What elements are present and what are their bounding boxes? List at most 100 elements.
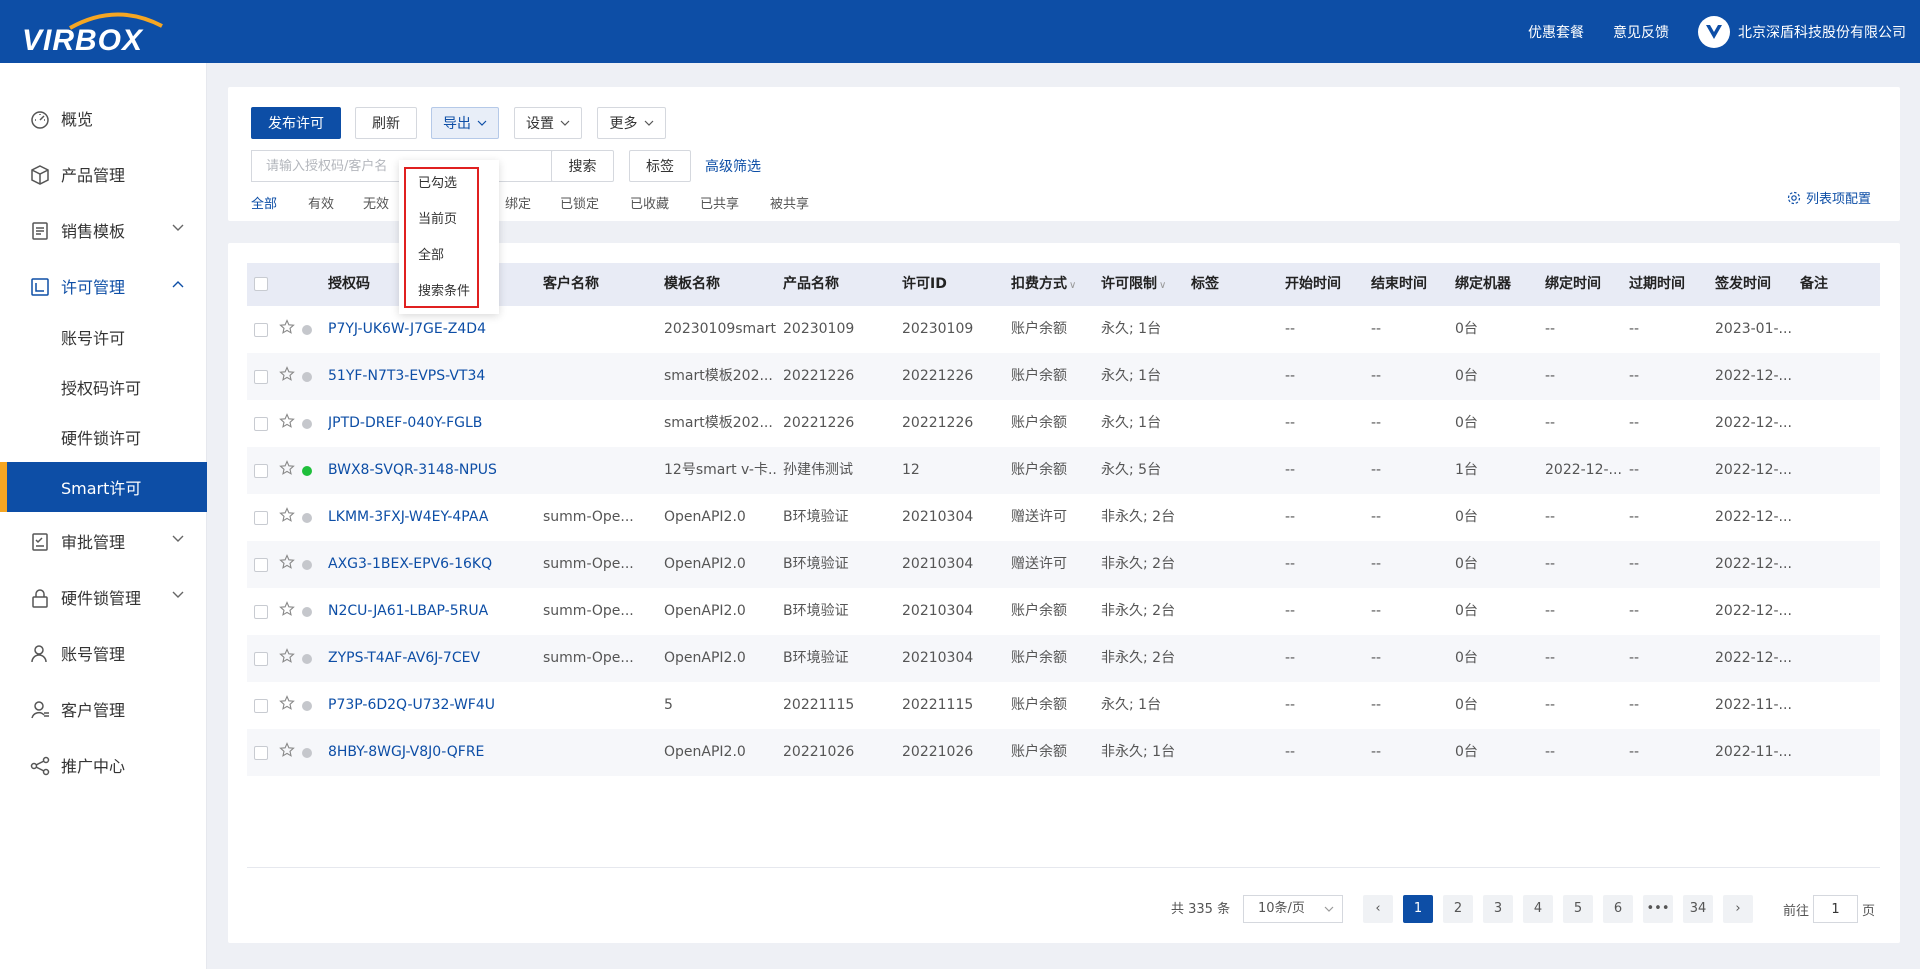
select-all-checkbox[interactable] <box>254 277 268 291</box>
filter-tab-locked[interactable]: 已锁定 <box>560 193 599 212</box>
filter-tab-valid[interactable]: 有效 <box>308 193 334 212</box>
sidebar-item-hardware-lock[interactable]: 硬件锁管理 <box>0 572 207 622</box>
company-menu[interactable]: 北京深盾科技股份有限公司 <box>1698 15 1906 48</box>
sidebar-item-accounts[interactable]: 账号管理 <box>0 628 207 678</box>
chevron-down-icon <box>644 120 653 126</box>
virbox-logo[interactable]: VIRBOX <box>22 10 180 57</box>
sidebar-item-products[interactable]: 产品管理 <box>0 149 207 199</box>
page-size-select[interactable]: 10条/页 <box>1243 895 1343 923</box>
export-option-all[interactable]: 全部 <box>418 244 444 263</box>
sidebar-item-promotion[interactable]: 推广中心 <box>0 740 207 790</box>
limit-cell: 永久; 1台 <box>1101 368 1162 384</box>
filter-tab-all[interactable]: 全部 <box>251 193 277 212</box>
favorite-star-icon[interactable] <box>279 413 295 433</box>
row-checkbox[interactable] <box>254 746 268 760</box>
goto-page-input[interactable] <box>1813 895 1858 923</box>
page-button[interactable]: 1 <box>1403 895 1433 923</box>
settings-button[interactable]: 设置 <box>514 107 582 139</box>
next-page-button[interactable]: › <box>1723 895 1753 923</box>
more-button[interactable]: 更多 <box>597 107 666 139</box>
license-code-link[interactable]: LKMM-3FXJ-W4EY-4PAA <box>328 494 528 541</box>
page-button[interactable]: 6 <box>1603 895 1633 923</box>
favorite-star-icon[interactable] <box>279 554 295 574</box>
refresh-button[interactable]: 刷新 <box>355 107 417 139</box>
export-option-current-page[interactable]: 当前页 <box>418 208 457 227</box>
favorite-star-icon[interactable] <box>279 601 295 621</box>
row-checkbox[interactable] <box>254 417 268 431</box>
license-code-link[interactable]: AXG3-1BEX-EPV6-16KQ <box>328 541 528 588</box>
row-checkbox[interactable] <box>254 652 268 666</box>
export-option-selected[interactable]: 已勾选 <box>418 172 457 191</box>
sidebar-item-label: 客户管理 <box>61 701 126 720</box>
sidebar-subitem-smart-license[interactable]: Smart许可 <box>0 462 207 512</box>
expire-time-cell: -- <box>1629 650 1640 666</box>
bind-time-cell: -- <box>1545 368 1556 384</box>
favorite-star-icon[interactable] <box>279 366 295 386</box>
license-code-link[interactable]: ZYPS-T4AF-AV6J-7CEV <box>328 635 528 682</box>
page-button[interactable]: 34 <box>1683 895 1713 923</box>
license-code-link[interactable]: 8HBY-8WGJ-V8J0-QFRE <box>328 729 528 776</box>
license-id-cell: 20221226 <box>902 415 974 431</box>
export-option-search-conditions[interactable]: 搜索条件 <box>418 280 470 299</box>
tag-cell <box>1191 729 1276 776</box>
search-button[interactable]: 搜索 <box>551 150 614 182</box>
filter-tab-favorited[interactable]: 已收藏 <box>630 193 669 212</box>
product-cell: 20221226 <box>783 368 855 384</box>
favorite-star-icon[interactable] <box>279 460 295 480</box>
favorite-star-icon[interactable] <box>279 507 295 527</box>
license-code-link[interactable]: JPTD-DREF-040Y-FGLB <box>328 400 528 447</box>
column-header: 产品名称 <box>783 276 839 292</box>
table-divider <box>247 867 1880 868</box>
product-cell: B环境验证 <box>783 556 849 572</box>
page-button[interactable]: 4 <box>1523 895 1553 923</box>
row-checkbox[interactable] <box>254 464 268 478</box>
favorite-star-icon[interactable] <box>279 695 295 715</box>
row-checkbox[interactable] <box>254 699 268 713</box>
page-button[interactable]: 2 <box>1443 895 1473 923</box>
page-button[interactable]: 5 <box>1563 895 1593 923</box>
column-config-link[interactable]: 列表项配置 <box>1787 188 1871 207</box>
prev-page-button[interactable]: ‹ <box>1363 895 1393 923</box>
company-logo-icon <box>1698 15 1730 48</box>
filter-tab-shared[interactable]: 已共享 <box>700 193 739 212</box>
sidebar-item-overview[interactable]: 概览 <box>0 93 207 143</box>
column-header-limit[interactable]: 许可限制 ∨ <box>1101 263 1166 306</box>
promo-link[interactable]: 优惠套餐 <box>1528 22 1584 42</box>
sidebar-subitem-authcode-license[interactable]: 授权码许可 <box>0 362 207 412</box>
sidebar-item-customers[interactable]: 客户管理 <box>0 684 207 734</box>
limit-cell: 非永久; 2台 <box>1101 509 1176 525</box>
row-checkbox[interactable] <box>254 558 268 572</box>
favorite-star-icon[interactable] <box>279 319 295 339</box>
filter-tab-shared-with-me[interactable]: 被共享 <box>770 193 809 212</box>
row-checkbox[interactable] <box>254 511 268 525</box>
license-code-link[interactable]: P73P-6D2Q-U732-WF4U <box>328 682 528 729</box>
license-code-link[interactable]: BWX8-SVQR-3148-NPUS <box>328 447 528 494</box>
sidebar-item-sales-templates[interactable]: 销售模板 <box>0 205 207 255</box>
tag-button[interactable]: 标签 <box>629 150 691 182</box>
expire-time-cell: -- <box>1629 368 1640 384</box>
row-checkbox[interactable] <box>254 323 268 337</box>
feedback-link[interactable]: 意见反馈 <box>1613 22 1669 42</box>
license-id-cell: 20221026 <box>902 744 974 760</box>
column-header-billing[interactable]: 扣费方式 ∨ <box>1011 263 1076 306</box>
license-code-link[interactable]: N2CU-JA61-LBAP-5RUA <box>328 588 528 635</box>
advanced-filter-link[interactable]: 高级筛选 <box>705 156 761 176</box>
publish-license-button[interactable]: 发布许可 <box>251 107 341 139</box>
sidebar-subitem-account-license[interactable]: 账号许可 <box>0 312 207 362</box>
column-header: 绑定时间 <box>1545 276 1601 292</box>
filter-tab-invalid[interactable]: 无效 <box>363 193 389 212</box>
filter-tab-bound[interactable]: 绑定 <box>505 193 531 212</box>
row-checkbox[interactable] <box>254 370 268 384</box>
license-code-link[interactable]: 51YF-N7T3-EVPS-VT34 <box>328 353 528 400</box>
page-button[interactable]: 3 <box>1483 895 1513 923</box>
sidebar-item-approval[interactable]: 审批管理 <box>0 516 207 566</box>
favorite-star-icon[interactable] <box>279 742 295 762</box>
sidebar-subitem-hardware-license[interactable]: 硬件锁许可 <box>0 412 207 462</box>
favorite-star-icon[interactable] <box>279 648 295 668</box>
export-button[interactable]: 导出 <box>431 107 499 139</box>
sidebar-subitem-label: Smart许可 <box>61 479 142 498</box>
status-dot <box>302 372 312 382</box>
page-ellipsis-button[interactable]: ••• <box>1643 895 1673 923</box>
row-checkbox[interactable] <box>254 605 268 619</box>
sidebar-item-license-management[interactable]: 许可管理 <box>0 261 207 311</box>
